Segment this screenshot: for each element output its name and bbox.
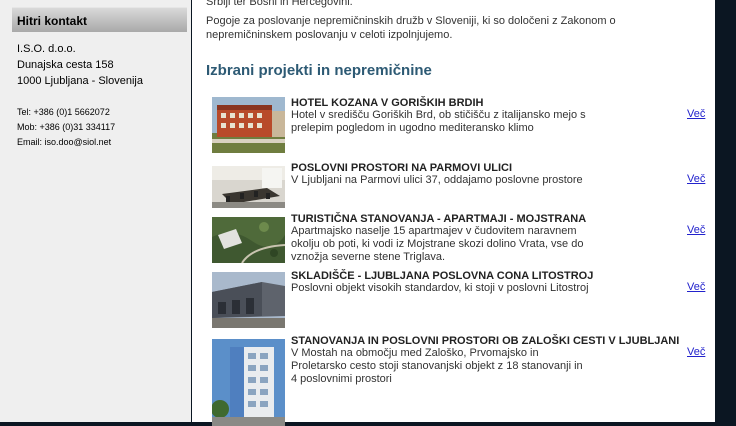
intro-text: Pogoje za poslovanje nepremičninskih dru… [206, 15, 616, 41]
intro-cut-text: Srbiji ter Bosni in Hercegovini. [206, 0, 353, 8]
page-frame: Hitri kontakt I.S.O. d.o.o. Dunajska ces… [0, 0, 715, 426]
project-desc: V Ljubljani na Parmovi ulici 37, oddajam… [291, 174, 583, 186]
quick-contact-heading: Hitri kontakt [12, 7, 187, 32]
project-item: HOTEL KOZANA V GORIŠKIH BRDIH Hotel v sr… [212, 97, 712, 157]
project-desc: Apartmajsko naselje 15 apartmajev v čudo… [291, 225, 584, 263]
project-title[interactable]: POSLOVNI PROSTORI NA PARMOVI ULICI [291, 162, 512, 174]
project-desc: Poslovni objekt visokih standardov, ki s… [291, 282, 589, 294]
project-item: POSLOVNI PROSTORI NA PARMOVI ULICI V Lju… [212, 162, 712, 210]
project-item: STANOVANJA IN POSLOVNI PROSTORI OB ZALOŠ… [212, 335, 712, 426]
project-desc: V Mostah na območju med Zaloško, Prvomaj… [291, 347, 583, 385]
sidebar: Hitri kontakt I.S.O. d.o.o. Dunajska ces… [0, 0, 191, 422]
project-title[interactable]: STANOVANJA IN POSLOVNI PROSTORI OB ZALOŠ… [291, 335, 679, 347]
company-name: I.S.O. d.o.o. [17, 43, 76, 55]
project-item: TURISTIČNA STANOVANJA - APARTMAJI - MOJS… [212, 213, 712, 265]
contact-phones: Tel: +386 (0)1 5662072 Mob: +386 (0)31 3… [17, 105, 115, 150]
more-link[interactable]: Več [687, 224, 705, 236]
office-photo[interactable] [212, 166, 285, 208]
more-link[interactable]: Več [687, 281, 705, 293]
city-address: 1000 Ljubljana - Slovenija [17, 75, 143, 87]
project-title[interactable]: HOTEL KOZANA V GORIŠKIH BRDIH [291, 97, 484, 109]
contact-address: I.S.O. d.o.o. Dunajska cesta 158 1000 Lj… [17, 41, 143, 89]
apartment-building-photo[interactable] [212, 339, 285, 426]
more-link[interactable]: Več [687, 346, 705, 358]
aerial-photo[interactable] [212, 217, 285, 263]
more-link[interactable]: Več [687, 173, 705, 185]
street-address: Dunajska cesta 158 [17, 59, 114, 71]
section-title: Izbrani projekti in nepremičnine [206, 62, 432, 79]
warehouse-photo[interactable] [212, 272, 285, 328]
project-title[interactable]: TURISTIČNA STANOVANJA - APARTMAJI - MOJS… [291, 213, 586, 225]
page-scrollbar[interactable] [715, 0, 736, 422]
main-content: Srbiji ter Bosni in Hercegovini. Pogoje … [192, 0, 715, 426]
phone-tel: Tel: +386 (0)1 5662072 [17, 107, 110, 117]
project-title[interactable]: SKLADIŠČE - LJUBLJANA POSLOVNA CONA LITO… [291, 270, 593, 282]
hotel-photo[interactable] [212, 97, 285, 153]
phone-mob: Mob: +386 (0)31 334117 [17, 122, 116, 132]
project-desc: Hotel v središču Goriških Brd, ob stičiš… [291, 109, 586, 134]
more-link[interactable]: Več [687, 108, 705, 120]
contact-email: Email: iso.doo@siol.net [17, 137, 112, 147]
project-item: SKLADIŠČE - LJUBLJANA POSLOVNA CONA LITO… [212, 270, 712, 330]
